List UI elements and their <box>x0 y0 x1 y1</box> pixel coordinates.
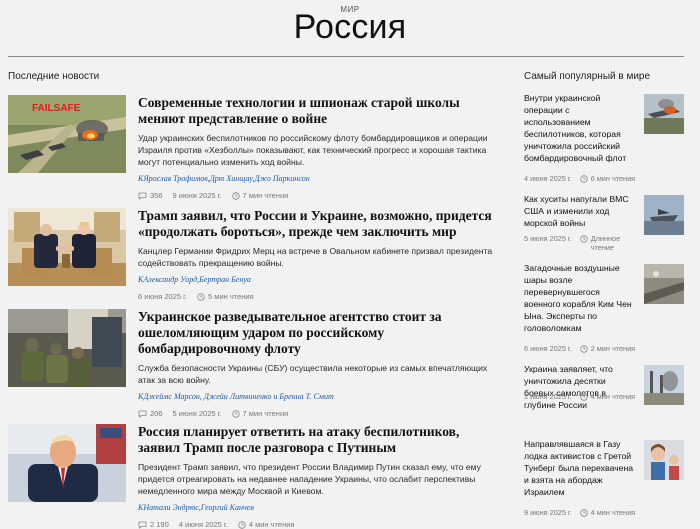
popular-read-time: 2 мин чтения <box>580 344 635 353</box>
article-date: 6 июня 2025 г. <box>138 292 188 301</box>
popular-meta: 5 июня 2025 г. Длинное чтение <box>524 234 639 252</box>
comment-bubble-icon <box>138 410 147 418</box>
read-time: 4 мин чтения <box>238 520 294 529</box>
comments-count[interactable]: 206 <box>138 409 163 418</box>
article-title[interactable]: Россия планирует ответить на атаку беспи… <box>138 424 504 456</box>
popular-read-time: 4 мин чтения <box>580 508 635 517</box>
article-date: 9 июня 2025 г. <box>172 191 222 200</box>
popular-title[interactable]: Как хуситы напугали ВМС США и изменили х… <box>524 193 634 229</box>
comments-count[interactable]: 2 190 <box>138 520 169 529</box>
article-date: 4 июня 2025 г. <box>178 520 228 529</box>
article-meta: 206 5 июня 2025 г. 7 мин чтения <box>138 409 504 418</box>
comments-count[interactable]: 356 <box>138 191 163 200</box>
comment-bubble-icon <box>138 192 147 200</box>
title-divider <box>8 56 684 57</box>
read-time: 7 мин чтения <box>231 409 288 418</box>
clock-icon <box>231 191 240 200</box>
popular-read-time: 6 мин чтения <box>580 174 635 183</box>
popular-image[interactable] <box>644 365 684 405</box>
popular-date: 6 июня 2025 г. <box>524 344 572 353</box>
clock-icon <box>580 235 588 243</box>
popular-meta: 4 июня 2025 г. 6 мин чтения <box>524 174 643 183</box>
popular-title[interactable]: Украина заявляет, что уничтожила десятки… <box>524 363 634 411</box>
popular-date: 4 июня 2025 г. <box>524 174 572 183</box>
popular-image[interactable] <box>644 94 684 134</box>
latest-news-heading: Последние новости <box>8 71 100 82</box>
article-meta: 6 июня 2025 г. 5 мин чтения <box>138 292 504 301</box>
failsafe-label: FAILSAFE <box>32 103 81 114</box>
article-image[interactable] <box>8 424 126 502</box>
popular-read-time: Длинное чтение <box>580 234 631 252</box>
author-links[interactable]: Александр Уорд,Бертран Бенуа <box>143 275 251 284</box>
article-authors[interactable]: КНатали Эндрюс,Георгий Канчев <box>138 503 504 512</box>
popular-date: 1 июня 2025 г. <box>524 392 572 401</box>
article-meta: 356 9 июня 2025 г. 7 мин чтения <box>138 191 504 200</box>
author-links[interactable]: Ярослав Трофимов,Дрю Хинщау,Джо Паркинсо… <box>143 174 309 183</box>
article-meta: 2 190 4 июня 2025 г. 4 мин чтения <box>138 520 504 529</box>
popular-date: 9 июня 2025 г. <box>524 508 572 517</box>
article-image[interactable] <box>8 309 126 387</box>
popular-read-time: 4 мин чтения <box>580 392 635 401</box>
article-title[interactable]: Современные технологии и шпионаж старой … <box>138 95 504 127</box>
popular-meta: 6 июня 2025 г. 2 мин чтения <box>524 344 643 353</box>
author-links[interactable]: Джеймс Марсон, Джейн Литвиненко и Бренна… <box>143 392 333 401</box>
popular-image[interactable] <box>644 440 684 480</box>
clock-icon <box>580 509 588 517</box>
article-authors[interactable]: КАлександр Уорд,Бертран Бенуа <box>138 275 504 284</box>
popular-title[interactable]: Внутри украинской операции с использован… <box>524 92 634 164</box>
article-title[interactable]: Украинское разведывательное агентство ст… <box>138 309 504 357</box>
popular-title[interactable]: Направлявшаяся в Газу лодка активистов с… <box>524 438 634 498</box>
author-links[interactable]: Натали Эндрюс,Георгий Канчев <box>143 503 253 512</box>
article-authors[interactable]: КДжеймс Марсон, Джейн Литвиненко и Бренн… <box>138 392 504 401</box>
article-description: Служба безопасности Украины (СБУ) осущес… <box>138 363 488 385</box>
read-time: 7 мин чтения <box>231 191 288 200</box>
clock-icon <box>231 409 240 418</box>
popular-meta: 9 июня 2025 г. 4 мин чтения <box>524 508 643 517</box>
article-date: 5 июня 2025 г. <box>172 409 222 418</box>
article-authors[interactable]: КЯрослав Трофимов,Дрю Хинщау,Джо Паркинс… <box>138 174 504 183</box>
clock-icon <box>580 175 588 183</box>
popular-meta: 1 июня 2025 г. 4 мин чтения <box>524 392 643 401</box>
most-popular-heading: Самый популярный в мире <box>524 71 651 82</box>
article-description: Удар украинских беспилотников по российс… <box>138 133 488 167</box>
popular-title[interactable]: Загадочные воздушные шары возле переверн… <box>524 262 634 334</box>
article-image[interactable] <box>8 208 126 286</box>
popular-date: 5 июня 2025 г. <box>524 234 572 243</box>
article-description: Канцлер Германии Фридрих Мерц на встрече… <box>138 246 493 268</box>
article-description: Президент Трамп заявил, что президент Ро… <box>138 462 481 496</box>
clock-icon <box>580 345 588 353</box>
article-image[interactable]: FAILSAFE <box>8 95 126 173</box>
clock-icon <box>580 393 588 401</box>
popular-image[interactable] <box>644 195 684 235</box>
read-time: 5 мин чтения <box>197 292 254 301</box>
popular-image[interactable] <box>644 264 684 304</box>
clock-icon <box>197 292 205 301</box>
page-title: Россия <box>293 8 407 46</box>
article-title[interactable]: Трамп заявил, что России и Украине, возм… <box>138 208 504 240</box>
